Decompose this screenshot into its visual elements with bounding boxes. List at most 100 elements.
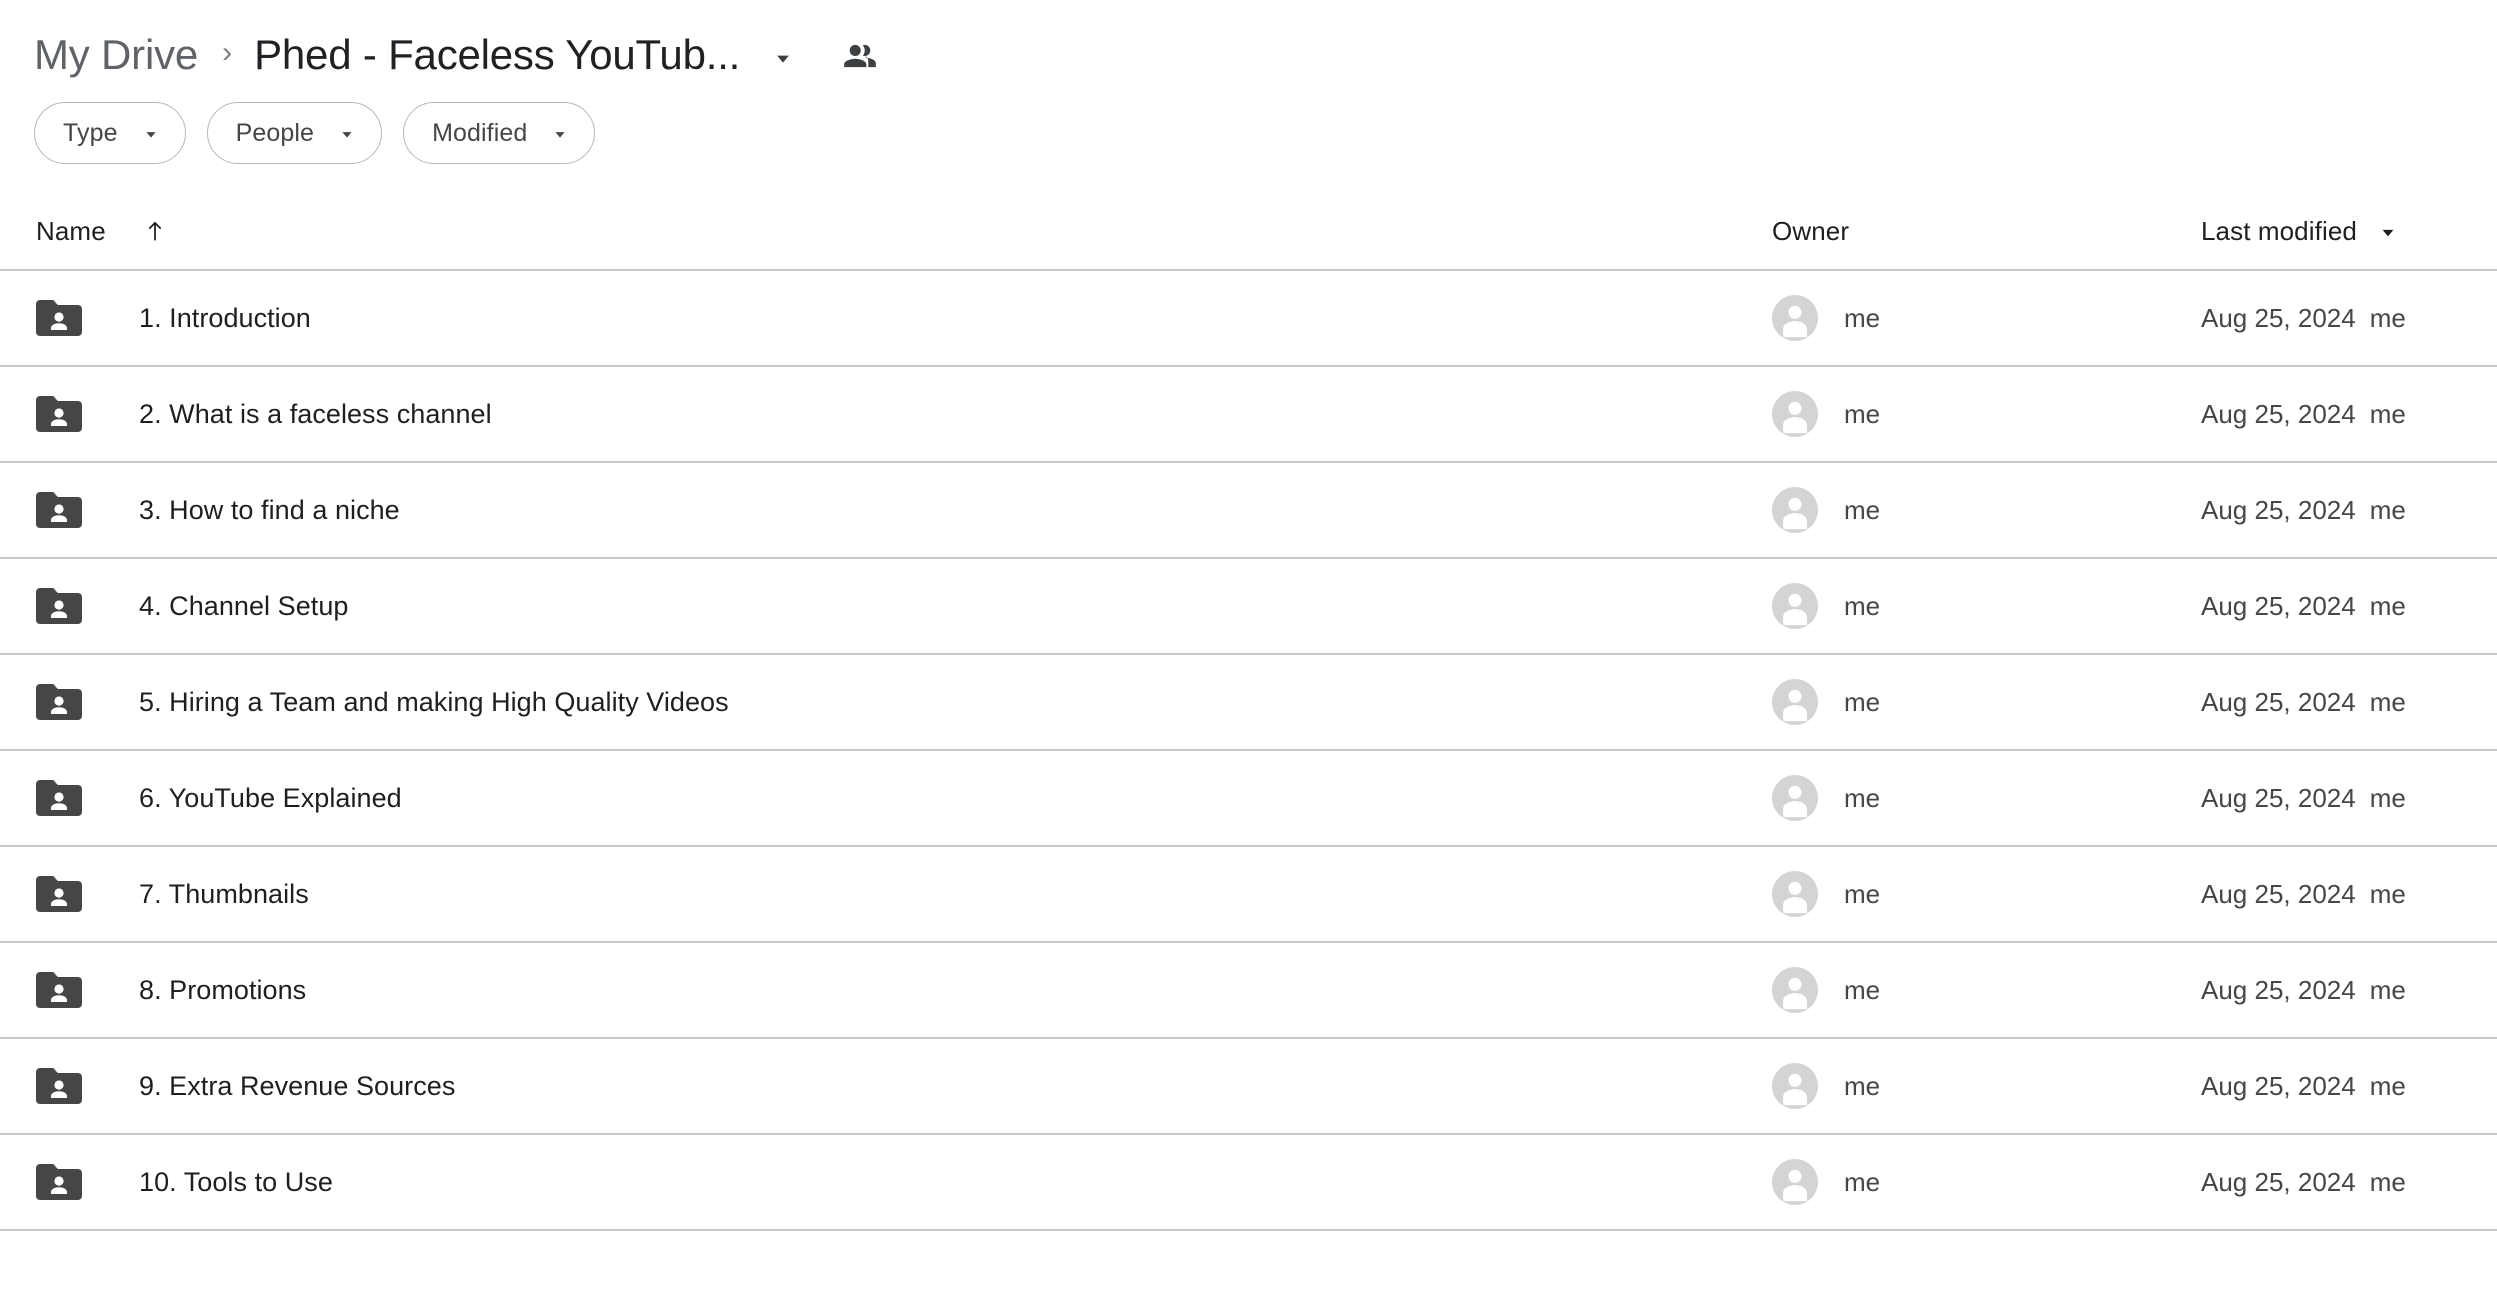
row-modified-by: me <box>2369 975 2406 1005</box>
row-owner-cell: me <box>1772 967 2201 1013</box>
row-owner-label: me <box>1844 1167 1881 1197</box>
row-owner-cell: me <box>1772 1063 2201 1109</box>
row-modified-date: Aug 25, 2024 <box>2201 783 2356 813</box>
row-modified-by: me <box>2369 783 2406 813</box>
row-modified-date: Aug 25, 2024 <box>2201 591 2356 621</box>
row-owner-label: me <box>1844 687 1881 717</box>
column-header-last-modified[interactable]: Last modified <box>2201 218 2495 244</box>
row-modified-date: Aug 25, 2024 <box>2201 687 2356 717</box>
person-avatar-icon <box>1772 487 1818 533</box>
row-modified-by: me <box>2369 879 2406 909</box>
table-row[interactable]: 2. What is a faceless channel me Aug 25,… <box>0 367 2497 463</box>
row-modified-by: me <box>2369 591 2406 621</box>
table-body: 1. Introduction me Aug 25, 2024 me 2. Wh… <box>0 269 2497 1231</box>
row-owner-label: me <box>1844 879 1881 909</box>
filter-chip-row: Type People Modified <box>0 102 2497 164</box>
row-modified-by: me <box>2369 495 2406 525</box>
row-modified-date: Aug 25, 2024 <box>2201 1167 2356 1197</box>
row-last-modified-cell: Aug 25, 2024 me <box>2201 689 2495 715</box>
row-modified-date: Aug 25, 2024 <box>2201 1071 2356 1101</box>
column-header-name-label: Name <box>36 216 106 246</box>
row-owner-cell: me <box>1772 679 2201 725</box>
row-last-modified-cell: Aug 25, 2024 me <box>2201 1073 2495 1099</box>
breadcrumb-separator-icon: › <box>222 36 233 69</box>
shared-folder-icon <box>36 778 82 818</box>
row-owner-cell: me <box>1772 775 2201 821</box>
breadcrumb-my-drive[interactable]: My Drive <box>34 34 198 76</box>
row-owner-label: me <box>1844 783 1881 813</box>
person-avatar-icon <box>1772 679 1818 725</box>
filter-chip-type-label: Type <box>63 118 118 147</box>
breadcrumb: My Drive › Phed - Faceless YouTub... <box>0 0 2497 96</box>
filter-chip-modified-label: Modified <box>432 118 528 147</box>
row-last-modified-cell: Aug 25, 2024 me <box>2201 593 2495 619</box>
row-owner-cell: me <box>1772 871 2201 917</box>
row-modified-by: me <box>2369 1167 2406 1197</box>
table-row[interactable]: 10. Tools to Use me Aug 25, 2024 me <box>0 1135 2497 1231</box>
row-name-cell: 8. Promotions <box>36 970 1772 1010</box>
drive-folder-view: My Drive › Phed - Faceless YouTub... Typ… <box>0 0 2497 1311</box>
filter-chip-type[interactable]: Type <box>34 102 186 164</box>
row-name-label: 6. YouTube Explained <box>139 782 402 813</box>
row-modified-date: Aug 25, 2024 <box>2201 879 2356 909</box>
person-avatar-icon <box>1772 583 1818 629</box>
row-owner-cell: me <box>1772 1159 2201 1205</box>
row-owner-label: me <box>1844 399 1881 429</box>
row-name-cell: 9. Extra Revenue Sources <box>36 1066 1772 1106</box>
row-modified-by: me <box>2369 399 2406 429</box>
chevron-down-icon <box>140 123 162 145</box>
column-header-name[interactable]: Name <box>36 217 1772 245</box>
table-row[interactable]: 5. Hiring a Team and making High Quality… <box>0 655 2497 751</box>
row-name-label: 1. Introduction <box>139 302 311 333</box>
row-name-cell: 7. Thumbnails <box>36 874 1772 914</box>
row-owner-cell: me <box>1772 295 2201 341</box>
row-owner-label: me <box>1844 495 1881 525</box>
table-row[interactable]: 6. YouTube Explained me Aug 25, 2024 me <box>0 751 2497 847</box>
row-owner-label: me <box>1844 975 1881 1005</box>
row-name-label: 7. Thumbnails <box>139 878 309 909</box>
row-name-label: 8. Promotions <box>139 974 307 1005</box>
table-row[interactable]: 1. Introduction me Aug 25, 2024 me <box>0 271 2497 367</box>
table-row[interactable]: 7. Thumbnails me Aug 25, 2024 me <box>0 847 2497 943</box>
file-list-table: Name Owner Last modified 1. Introduction… <box>0 201 2497 1231</box>
chevron-down-icon <box>336 123 358 145</box>
column-header-last-modified-label: Last modified <box>2201 216 2357 246</box>
row-name-cell: 5. Hiring a Team and making High Quality… <box>36 682 1772 722</box>
row-owner-label: me <box>1844 591 1881 621</box>
column-header-owner[interactable]: Owner <box>1772 218 2201 244</box>
table-header-row: Name Owner Last modified <box>0 201 2497 261</box>
chevron-down-icon[interactable] <box>766 41 800 75</box>
column-header-owner-label: Owner <box>1772 216 1850 246</box>
chevron-down-icon[interactable] <box>2375 219 2401 245</box>
table-row[interactable]: 3. How to find a niche me Aug 25, 2024 m… <box>0 463 2497 559</box>
row-name-cell: 4. Channel Setup <box>36 586 1772 626</box>
person-avatar-icon <box>1772 871 1818 917</box>
row-owner-label: me <box>1844 1071 1881 1101</box>
filter-chip-people-label: People <box>235 118 315 147</box>
row-owner-cell: me <box>1772 391 2201 437</box>
shared-folder-icon <box>36 970 82 1010</box>
filter-chip-modified[interactable]: Modified <box>403 102 596 164</box>
person-avatar-icon <box>1772 1159 1818 1205</box>
table-row[interactable]: 9. Extra Revenue Sources me Aug 25, 2024… <box>0 1039 2497 1135</box>
row-name-label: 10. Tools to Use <box>139 1166 333 1197</box>
table-row[interactable]: 4. Channel Setup me Aug 25, 2024 me <box>0 559 2497 655</box>
people-shared-icon[interactable] <box>838 34 882 78</box>
row-name-cell: 3. How to find a niche <box>36 490 1772 530</box>
row-modified-date: Aug 25, 2024 <box>2201 303 2356 333</box>
filter-chip-people[interactable]: People <box>206 102 383 164</box>
arrow-up-icon[interactable] <box>141 217 169 245</box>
breadcrumb-current-folder[interactable]: Phed - Faceless YouTub... <box>254 34 740 76</box>
row-last-modified-cell: Aug 25, 2024 me <box>2201 785 2495 811</box>
row-modified-by: me <box>2369 1071 2406 1101</box>
row-owner-cell: me <box>1772 487 2201 533</box>
row-name-label: 2. What is a faceless channel <box>139 398 492 429</box>
table-row[interactable]: 8. Promotions me Aug 25, 2024 me <box>0 943 2497 1039</box>
row-last-modified-cell: Aug 25, 2024 me <box>2201 305 2495 331</box>
row-modified-date: Aug 25, 2024 <box>2201 399 2356 429</box>
row-owner-cell: me <box>1772 583 2201 629</box>
shared-folder-icon <box>36 490 82 530</box>
shared-folder-icon <box>36 394 82 434</box>
row-modified-date: Aug 25, 2024 <box>2201 495 2356 525</box>
shared-folder-icon <box>36 1162 82 1202</box>
